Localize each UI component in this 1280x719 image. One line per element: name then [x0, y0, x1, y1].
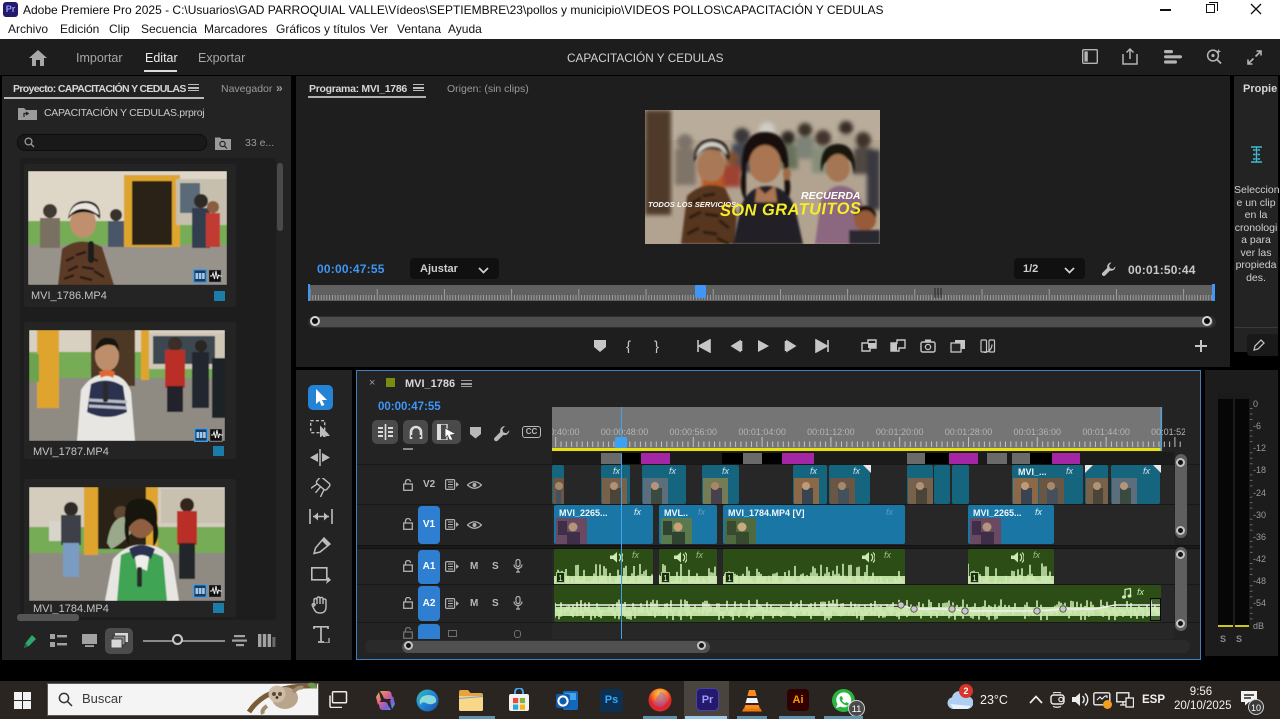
svg-text:00:01:36:00: 00:01:36:00: [1014, 427, 1062, 437]
svg-text:00:01:52:00: 00:01:52:00: [1151, 427, 1185, 437]
svg-text:00:01:44:00: 00:01:44:00: [1082, 427, 1130, 437]
svg-text:00:01:20:00: 00:01:20:00: [876, 427, 924, 437]
svg-text:00:00:40:00: 00:00:40:00: [552, 427, 579, 437]
svg-text:00:01:28:00: 00:01:28:00: [945, 427, 993, 437]
svg-text:00:00:48:00: 00:00:48:00: [601, 427, 649, 437]
svg-text:00:01:04:00: 00:01:04:00: [738, 427, 786, 437]
svg-text:SON GRATUITOS: SON GRATUITOS: [720, 200, 861, 220]
svg-text:}: }: [654, 339, 659, 353]
svg-text:{: {: [626, 339, 631, 353]
svg-text:00:01:12:00: 00:01:12:00: [807, 427, 855, 437]
svg-text:00:00:56:00: 00:00:56:00: [670, 427, 718, 437]
